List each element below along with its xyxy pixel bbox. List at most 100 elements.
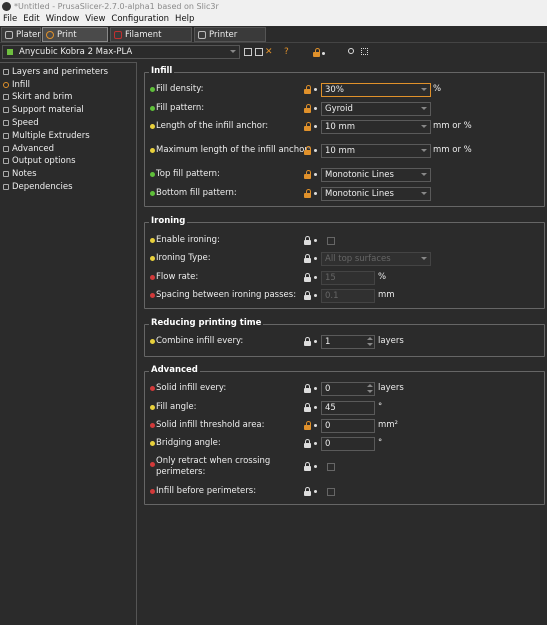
fill-density-unit: % [433,84,442,94]
combine-infill-unit: layers [378,336,404,346]
bullet-icon [314,424,317,427]
sidebar-item-advanced[interactable]: Advanced [2,143,54,155]
anchor-length-unit: mm or % [433,121,472,131]
skirt-icon [3,94,9,100]
mode-advanced-icon [150,441,155,446]
bullet-icon [314,192,317,195]
lock-open-icon[interactable] [313,48,320,57]
only-retract-checkbox[interactable] [327,463,335,471]
menu-bar: File Edit Window View Configuration Help [0,13,547,26]
lock-closed-icon[interactable] [304,403,311,412]
anchor-max-combo[interactable]: 10 mm [321,144,431,158]
sidebar-item-extruders[interactable]: Multiple Extruders [2,130,90,142]
ironing-type-label: Ironing Type: [156,253,211,263]
enable-ironing-checkbox[interactable] [327,237,335,245]
lock-closed-icon[interactable] [304,487,311,496]
lock-closed-icon[interactable] [304,254,311,263]
enable-ironing-row: Enable ironing: [145,234,546,248]
save-icon[interactable] [244,48,252,56]
bullet-icon [314,340,317,343]
sidebar-item-skirt[interactable]: Skirt and brim [2,91,72,103]
tab-printer-settings[interactable]: Printer Settings [194,27,266,54]
fill-pattern-select[interactable]: Gyroid [321,102,431,116]
notes-icon [3,171,9,177]
lock-closed-icon[interactable] [304,337,311,346]
bottom-fill-pattern-label: Bottom fill pattern: [156,188,237,198]
infill-before-perimeters-checkbox[interactable] [327,488,335,496]
solid-infill-every-spinner[interactable]: 0 [321,382,375,396]
lock-open-icon[interactable] [304,421,311,430]
menu-edit[interactable]: Edit [20,13,42,26]
question-icon[interactable]: ? [284,47,289,57]
flow-rate-input[interactable]: 15 [321,271,375,285]
lock-closed-icon[interactable] [304,236,311,245]
tab-filament-settings[interactable]: Filament Settings [110,27,192,54]
mode-simple-icon [150,191,155,196]
lock-open-icon[interactable] [304,85,311,94]
spinner-arrows-icon[interactable] [366,336,374,348]
title-bar: *Untitled - PrusaSlicer-2.7.0-alpha1 bas… [0,0,547,13]
sidebar-item-dependencies[interactable]: Dependencies [2,181,73,193]
mode-advanced-icon [150,124,155,129]
anchor-length-combo[interactable]: 10 mm [321,120,431,134]
menu-help[interactable]: Help [172,13,197,26]
sidebar-item-notes[interactable]: Notes [2,168,37,180]
lock-open-icon[interactable] [304,122,311,131]
mode-expert-icon [150,386,155,391]
lock-closed-icon[interactable] [304,462,311,471]
mode-advanced-icon [150,148,155,153]
only-retract-label-line2: perimeters: [156,467,206,477]
fill-angle-unit: ° [378,402,383,412]
solid-threshold-input[interactable]: 0 [321,419,375,433]
lock-open-icon[interactable] [304,104,311,113]
lock-closed-icon[interactable] [304,439,311,448]
bottom-fill-pattern-select[interactable]: Monotonic Lines [321,187,431,201]
group-title: Ironing [149,216,188,226]
menu-file[interactable]: File [0,13,20,26]
sidebar-item-support[interactable]: Support material [2,104,84,116]
preset-select[interactable]: Anycubic Kobra 2 Max-PLA [2,45,240,59]
bottom-fill-pattern-row: Bottom fill pattern: Monotonic Lines [145,187,546,201]
solid-threshold-label: Solid infill threshold area: [156,420,265,430]
tab-plater[interactable]: Plater [1,27,41,42]
lock-closed-icon[interactable] [304,384,311,393]
lock-open-icon[interactable] [304,189,311,198]
gear-icon [46,31,54,39]
bridging-angle-label: Bridging angle: [156,438,221,448]
mode-expert-icon [150,423,155,428]
ironing-spacing-input[interactable]: 0.1 [321,289,375,303]
search-icon[interactable] [348,48,354,54]
bridging-angle-input[interactable]: 0 [321,437,375,451]
combine-infill-spinner[interactable]: 1 [321,335,375,349]
menu-configuration[interactable]: Configuration [108,13,172,26]
solid-infill-every-unit: layers [378,383,404,393]
compare-icon[interactable] [361,48,368,55]
infill-before-perimeters-label: Infill before perimeters: [156,486,257,496]
spinner-arrows-icon[interactable] [366,383,374,395]
lock-open-icon[interactable] [304,170,311,179]
sidebar-item-infill[interactable]: Infill [2,79,30,91]
tab-print-settings[interactable]: Print Settings [42,27,108,54]
delete-icon[interactable]: ✕ [265,47,273,57]
chevron-down-icon [421,192,427,195]
infill-before-perimeters-row: Infill before perimeters: [145,485,546,499]
menu-window[interactable]: Window [43,13,83,26]
bullet-icon [314,294,317,297]
group-title: Advanced [149,365,200,375]
lock-open-icon[interactable] [304,146,311,155]
fill-pattern-row: Fill pattern: Gyroid [145,102,546,116]
advanced-icon [3,146,9,152]
ironing-type-select[interactable]: All top surfaces [321,252,431,266]
fill-angle-input[interactable]: 45 [321,401,375,415]
menu-view[interactable]: View [82,13,108,26]
sidebar-item-layers[interactable]: Layers and perimeters [2,66,108,78]
lock-closed-icon[interactable] [304,291,311,300]
top-fill-pattern-select[interactable]: Monotonic Lines [321,168,431,182]
rename-icon[interactable] [255,48,263,56]
fill-density-combo[interactable]: 30% [321,83,431,97]
sidebar-item-speed[interactable]: Speed [2,117,39,129]
sidebar-item-output[interactable]: Output options [2,155,76,167]
mode-advanced-icon [150,405,155,410]
lock-closed-icon[interactable] [304,273,311,282]
flow-rate-unit: % [378,272,387,282]
